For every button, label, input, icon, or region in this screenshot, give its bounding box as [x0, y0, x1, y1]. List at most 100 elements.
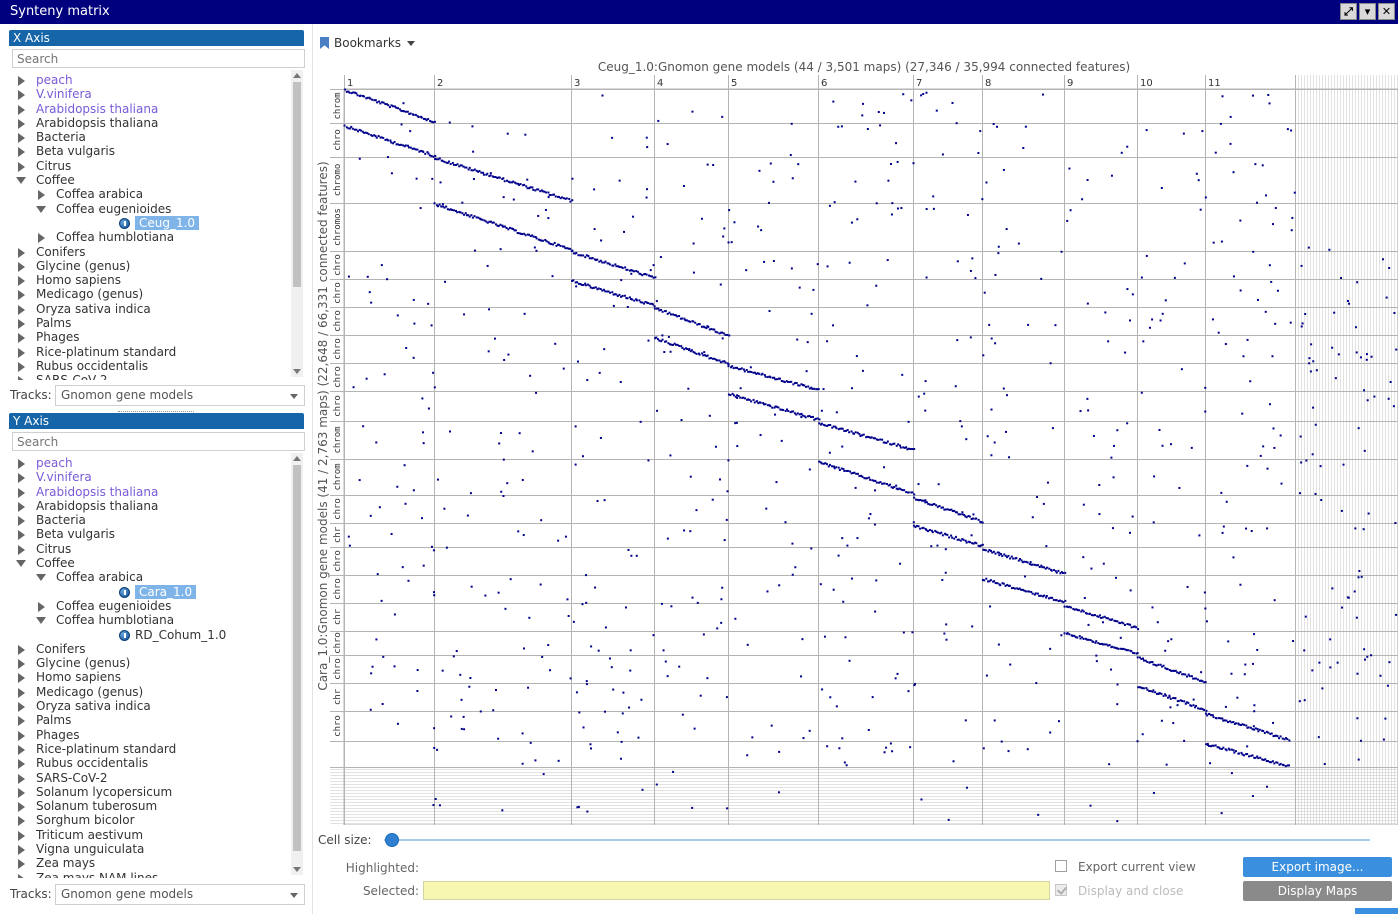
tree-item[interactable]: Zea mays — [9, 856, 289, 870]
bottom-tab[interactable] — [1355, 908, 1398, 914]
export-view-checkbox[interactable] — [1055, 860, 1067, 872]
tree-item[interactable]: Coffea eugenioides — [9, 202, 289, 216]
collapsed-arrow-icon[interactable] — [18, 333, 25, 344]
collapsed-arrow-icon[interactable] — [18, 659, 25, 670]
tree-item[interactable]: Triticum aestivum — [9, 828, 289, 842]
tree-item[interactable]: Phages — [9, 728, 289, 742]
expanded-arrow-icon[interactable] — [36, 617, 46, 625]
collapsed-arrow-icon[interactable] — [18, 261, 25, 272]
tree-item[interactable]: Beta vulgaris — [9, 144, 289, 158]
collapsed-arrow-icon[interactable] — [18, 516, 25, 527]
expanded-arrow-icon[interactable] — [36, 205, 46, 213]
tree-item[interactable]: Coffee — [9, 173, 289, 187]
collapsed-arrow-icon[interactable] — [18, 830, 25, 841]
tree-item[interactable]: Coffea arabica — [9, 570, 289, 584]
tree-item[interactable]: Coffea arabica — [9, 187, 289, 201]
tree-item[interactable]: Beta vulgaris — [9, 527, 289, 541]
collapsed-arrow-icon[interactable] — [18, 487, 25, 498]
collapsed-arrow-icon[interactable] — [18, 501, 25, 512]
collapsed-arrow-icon[interactable] — [18, 787, 25, 798]
collapsed-arrow-icon[interactable] — [18, 816, 25, 827]
tree-item[interactable]: Zea mays NAM lines — [9, 871, 289, 878]
collapsed-arrow-icon[interactable] — [18, 459, 25, 469]
expanded-arrow-icon[interactable] — [36, 574, 46, 582]
collapsed-arrow-icon[interactable] — [38, 601, 45, 612]
tree-item[interactable]: peach — [9, 73, 289, 87]
tree-item[interactable]: Glycine (genus) — [9, 259, 289, 273]
tree-item[interactable]: Homo sapiens — [9, 273, 289, 287]
tree-item[interactable]: Conifers — [9, 245, 289, 259]
tree-item[interactable]: Arabidopsis thaliana — [9, 499, 289, 513]
tree-item[interactable]: V.vinifera — [9, 470, 289, 484]
collapsed-arrow-icon[interactable] — [18, 530, 25, 541]
tree-item[interactable]: V.vinifera — [9, 87, 289, 101]
display-close-checkbox[interactable] — [1055, 884, 1067, 896]
collapsed-arrow-icon[interactable] — [18, 290, 25, 301]
collapsed-arrow-icon[interactable] — [38, 190, 45, 201]
tree-item[interactable]: Solanum lycopersicum — [9, 785, 289, 799]
export-image-button[interactable]: Export image... — [1243, 857, 1392, 877]
collapsed-arrow-icon[interactable] — [18, 687, 25, 698]
collapsed-arrow-icon[interactable] — [18, 161, 25, 172]
collapsed-arrow-icon[interactable] — [18, 773, 25, 784]
collapsed-arrow-icon[interactable] — [18, 716, 25, 727]
collapsed-arrow-icon[interactable] — [38, 233, 45, 244]
collapsed-arrow-icon[interactable] — [18, 802, 25, 813]
tree-item[interactable]: Homo sapiens — [9, 670, 289, 684]
tree-item[interactable]: Phages — [9, 330, 289, 344]
tree-item[interactable]: Bacteria — [9, 513, 289, 527]
tree-item[interactable]: Ceug_1.0 — [9, 215, 289, 231]
selected-field[interactable] — [423, 881, 1050, 900]
tree-item[interactable]: peach — [9, 456, 289, 470]
tree-item[interactable]: SARS-CoV-2 — [9, 373, 289, 380]
collapsed-arrow-icon[interactable] — [18, 744, 25, 755]
x-tracks-select[interactable]: Gnomon gene models — [55, 385, 305, 406]
tree-item[interactable]: Palms — [9, 316, 289, 330]
collapsed-arrow-icon[interactable] — [18, 304, 25, 315]
tree-item[interactable]: Arabidopsis thaliana — [9, 485, 289, 499]
collapsed-arrow-icon[interactable] — [18, 873, 25, 878]
maximize-icon[interactable]: ⤢ — [1340, 3, 1357, 20]
collapsed-arrow-icon[interactable] — [18, 133, 25, 144]
tree-item[interactable]: Arabidopsis thaliana — [9, 102, 289, 116]
collapsed-arrow-icon[interactable] — [18, 147, 25, 158]
collapsed-arrow-icon[interactable] — [18, 104, 25, 115]
collapsed-arrow-icon[interactable] — [18, 118, 25, 129]
collapsed-arrow-icon[interactable] — [18, 90, 25, 101]
bookmarks-menu[interactable]: Bookmarks — [320, 36, 416, 50]
tree-item[interactable]: Rubus occidentalis — [9, 359, 289, 373]
collapsed-arrow-icon[interactable] — [18, 361, 25, 372]
collapsed-arrow-icon[interactable] — [18, 376, 25, 380]
tree-item[interactable]: Medicago (genus) — [9, 287, 289, 301]
tree-item[interactable]: Coffea humblotiana — [9, 613, 289, 627]
tree-item[interactable]: Vigna unguiculata — [9, 842, 289, 856]
tree-item[interactable]: Citrus — [9, 542, 289, 556]
tree-item[interactable]: Coffea eugenioides — [9, 599, 289, 613]
y-tracks-select[interactable]: Gnomon gene models — [55, 884, 305, 905]
collapsed-arrow-icon[interactable] — [18, 859, 25, 870]
tree-item[interactable]: Rice-platinum standard — [9, 345, 289, 359]
tree-item[interactable]: Coffea humblotiana — [9, 230, 289, 244]
tree-item[interactable]: Rice-platinum standard — [9, 742, 289, 756]
collapsed-arrow-icon[interactable] — [18, 276, 25, 287]
x-tree-scrollbar[interactable] — [291, 70, 303, 377]
tree-item[interactable]: Bacteria — [9, 130, 289, 144]
y-tree-scrollbar[interactable] — [291, 453, 303, 875]
tree-item[interactable]: Arabidopsis thaliana — [9, 116, 289, 130]
tree-item[interactable]: Rubus occidentalis — [9, 756, 289, 770]
collapsed-arrow-icon[interactable] — [18, 845, 25, 856]
tree-item[interactable]: Medicago (genus) — [9, 685, 289, 699]
cell-size-slider-handle[interactable] — [385, 833, 399, 847]
collapsed-arrow-icon[interactable] — [18, 544, 25, 555]
collapsed-arrow-icon[interactable] — [18, 347, 25, 358]
collapsed-arrow-icon[interactable] — [18, 473, 25, 484]
collapsed-arrow-icon[interactable] — [18, 319, 25, 330]
tree-item[interactable]: Conifers — [9, 642, 289, 656]
tree-item[interactable]: Cara_1.0 — [9, 584, 289, 599]
tree-item[interactable]: Coffee — [9, 556, 289, 570]
collapse-icon[interactable]: ▾ — [1359, 3, 1376, 20]
expanded-arrow-icon[interactable] — [16, 177, 26, 185]
tree-item[interactable]: Sorghum bicolor — [9, 813, 289, 827]
tree-item[interactable]: Oryza sativa indica — [9, 699, 289, 713]
tree-item[interactable]: Solanum tuberosum — [9, 799, 289, 813]
